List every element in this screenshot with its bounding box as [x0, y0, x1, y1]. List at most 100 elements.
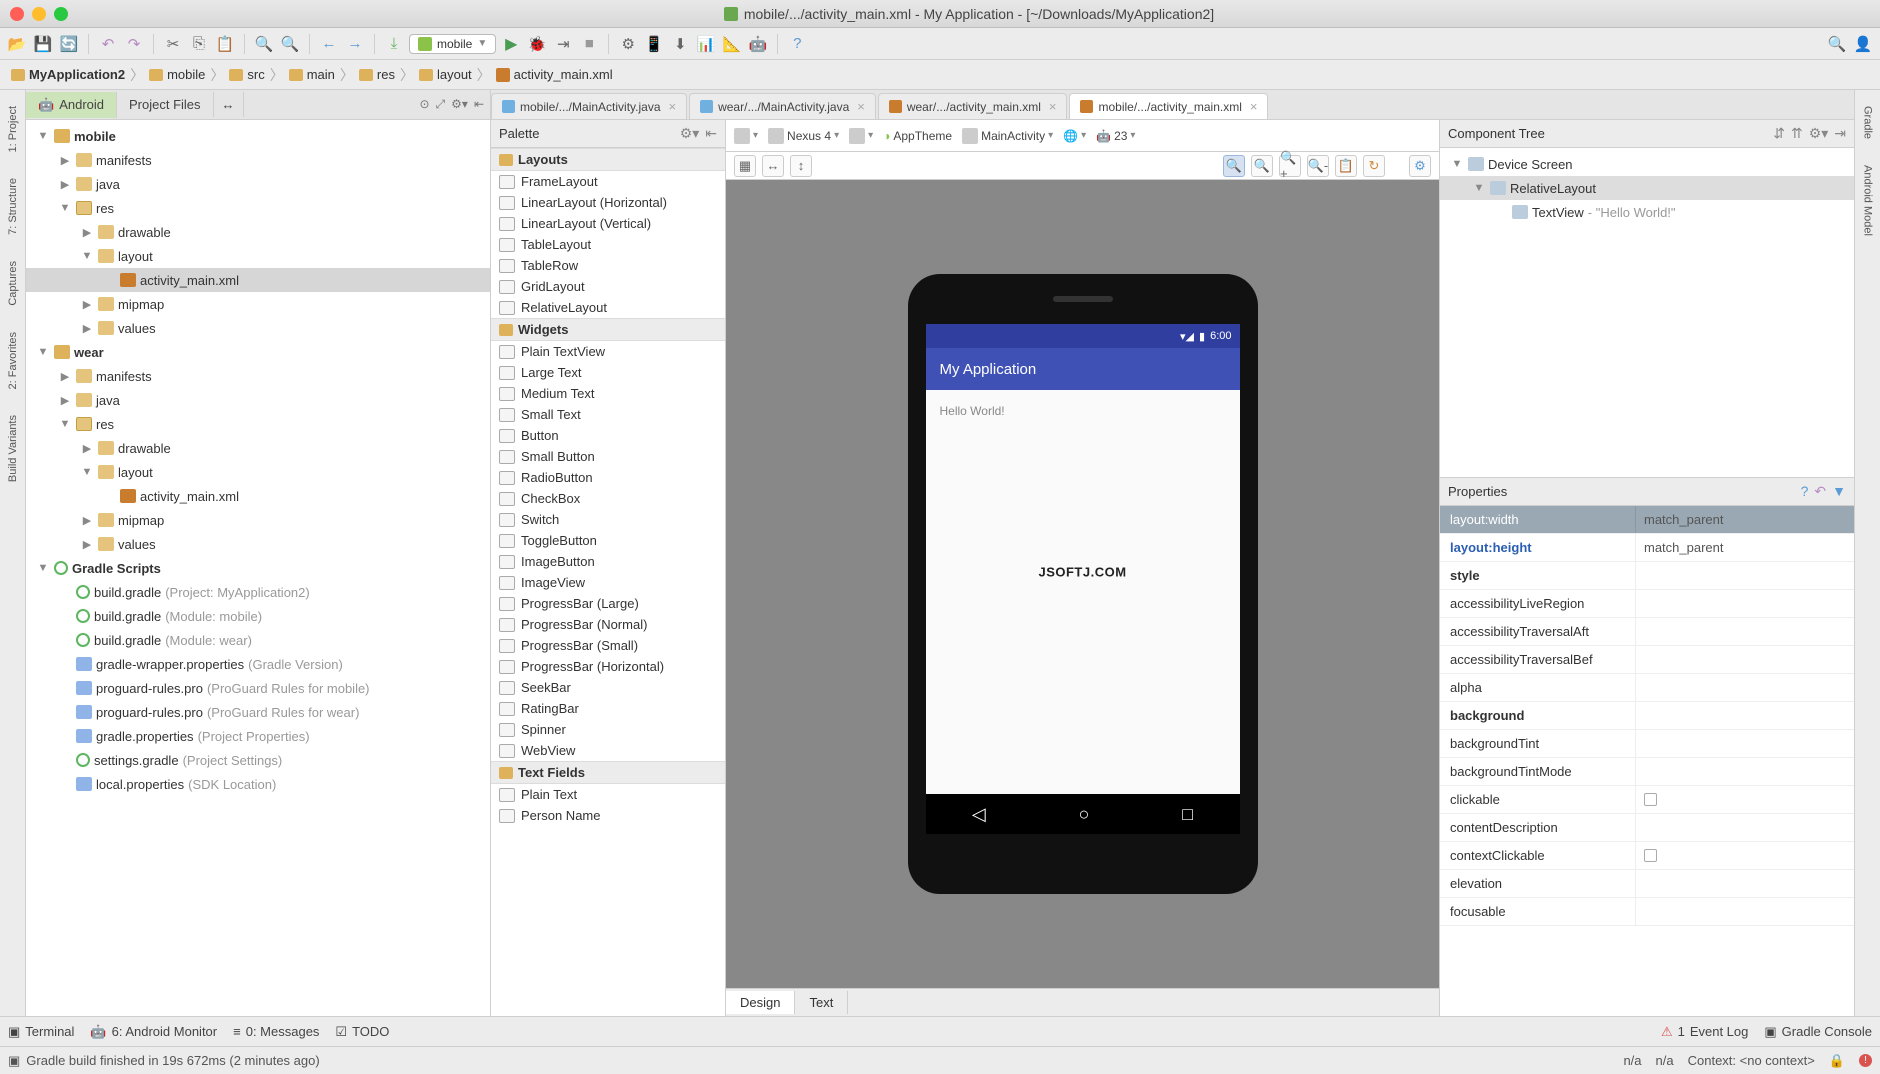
collapse-strip-icon[interactable]: ▣ — [8, 1053, 20, 1069]
expand-h-icon[interactable]: ↔ — [762, 155, 784, 177]
property-row[interactable]: alpha — [1440, 674, 1854, 702]
reset-view-icon[interactable]: ▦ — [734, 155, 756, 177]
tree-row[interactable]: local.properties (SDK Location) — [26, 772, 490, 796]
gear-icon[interactable]: ⚙▾ — [1809, 125, 1829, 142]
component-tree-row[interactable]: TextView - "Hello World!" — [1440, 200, 1854, 224]
save-icon[interactable]: 💾 — [32, 33, 54, 55]
palette-item[interactable]: FrameLayout — [491, 171, 725, 192]
palette-item[interactable]: Small Button — [491, 446, 725, 467]
palette-item[interactable]: ProgressBar (Horizontal) — [491, 656, 725, 677]
tree-row[interactable]: ▶mipmap — [26, 508, 490, 532]
close-tab-icon[interactable]: × — [1250, 99, 1258, 114]
editor-tab[interactable]: wear/.../MainActivity.java× — [689, 93, 876, 119]
tree-row[interactable]: ▼wear — [26, 340, 490, 364]
find-icon[interactable]: 🔍 — [253, 33, 275, 55]
undo-prop-icon[interactable]: ↶ — [1814, 483, 1826, 500]
expand-icon[interactable]: ⇵ — [1773, 125, 1785, 142]
zoom-actual-icon[interactable]: 🔍 — [1251, 155, 1273, 177]
tree-row[interactable]: build.gradle (Module: mobile) — [26, 604, 490, 628]
palette-item[interactable]: TableLayout — [491, 234, 725, 255]
property-row[interactable]: focusable — [1440, 898, 1854, 926]
palette-hide-icon[interactable]: ⇤ — [705, 125, 717, 142]
profile-icon[interactable]: ⚙ — [617, 33, 639, 55]
close-window-button[interactable] — [10, 7, 24, 21]
back-icon[interactable]: ← — [318, 33, 340, 55]
activity-selector[interactable]: MainActivity▾ — [962, 128, 1053, 144]
tool-window-tab[interactable]: 7: Structure — [5, 172, 21, 241]
tree-row[interactable]: proguard-rules.pro (ProGuard Rules for m… — [26, 676, 490, 700]
palette-item[interactable]: Medium Text — [491, 383, 725, 404]
palette-item[interactable]: TableRow — [491, 255, 725, 276]
property-row[interactable]: accessibilityTraversalBef — [1440, 646, 1854, 674]
screenshot-icon[interactable]: 📋 — [1335, 155, 1357, 177]
tree-row[interactable]: gradle.properties (Project Properties) — [26, 724, 490, 748]
breadcrumb-item[interactable]: main — [286, 65, 338, 84]
tree-row[interactable]: build.gradle (Project: MyApplication2) — [26, 580, 490, 604]
tree-row[interactable]: ▶mipmap — [26, 292, 490, 316]
run-icon[interactable]: ▶ — [500, 33, 522, 55]
palette-item[interactable]: Small Text — [491, 404, 725, 425]
paste-icon[interactable]: 📋 — [214, 33, 236, 55]
project-tab-more[interactable]: ↔ — [214, 92, 244, 117]
theme-icon[interactable]: 🤖 — [747, 33, 769, 55]
attach-icon[interactable]: ⇥ — [552, 33, 574, 55]
debug-icon[interactable]: 🐞 — [526, 33, 548, 55]
zoom-fit-icon[interactable]: 🔍 — [1223, 155, 1245, 177]
palette-item[interactable]: LinearLayout (Vertical) — [491, 213, 725, 234]
lock-icon[interactable]: 🔒 — [1829, 1053, 1845, 1069]
palette-item[interactable]: ProgressBar (Small) — [491, 635, 725, 656]
property-row[interactable]: layout:heightmatch_parent — [1440, 534, 1854, 562]
palette-item[interactable]: ProgressBar (Large) — [491, 593, 725, 614]
tool-window-tab[interactable]: 1: Project — [5, 100, 21, 158]
close-tab-icon[interactable]: × — [857, 99, 865, 114]
tree-row[interactable]: proguard-rules.pro (ProGuard Rules for w… — [26, 700, 490, 724]
open-icon[interactable]: 📂 — [6, 33, 28, 55]
cut-icon[interactable]: ✂ — [162, 33, 184, 55]
locale-selector[interactable]: 🌐▾ — [1063, 129, 1086, 143]
sync-icon[interactable]: 🔄 — [58, 33, 80, 55]
settings-icon[interactable]: ⚙ — [1409, 155, 1431, 177]
breadcrumb-item[interactable]: activity_main.xml — [493, 65, 616, 84]
event-log-tab[interactable]: ⚠1 Event Log — [1661, 1024, 1748, 1040]
gear-icon[interactable]: ⚙▾ — [451, 97, 468, 112]
scroll-from-icon[interactable]: ⤢ — [436, 97, 446, 112]
collapse-icon[interactable]: ⇈ — [1791, 125, 1803, 142]
make-icon[interactable]: ⤓ — [383, 33, 405, 55]
help-icon[interactable]: ? — [1801, 483, 1809, 500]
property-row[interactable]: clickable — [1440, 786, 1854, 814]
tree-row[interactable]: ▶values — [26, 316, 490, 340]
palette-item[interactable]: Plain Text — [491, 784, 725, 805]
palette-item[interactable]: Spinner — [491, 719, 725, 740]
property-row[interactable]: style — [1440, 562, 1854, 590]
tree-row[interactable]: build.gradle (Module: wear) — [26, 628, 490, 652]
tree-row[interactable]: ▼Gradle Scripts — [26, 556, 490, 580]
properties-table[interactable]: layout:widthmatch_parentlayout:heightmat… — [1440, 506, 1854, 1016]
gradle-console-tab[interactable]: ▣Gradle Console — [1764, 1024, 1872, 1040]
tree-row[interactable]: ▼res — [26, 412, 490, 436]
sdk-icon[interactable]: ⬇ — [669, 33, 691, 55]
component-tree-row[interactable]: ▼Device Screen — [1440, 152, 1854, 176]
hide-icon[interactable]: ⇤ — [474, 97, 484, 112]
palette-item[interactable]: RelativeLayout — [491, 297, 725, 318]
text-tab[interactable]: Text — [795, 991, 848, 1014]
editor-tab[interactable]: mobile/.../MainActivity.java× — [491, 93, 687, 119]
tool-window-tab[interactable]: 2: Favorites — [5, 326, 21, 395]
tree-row[interactable]: ▶drawable — [26, 220, 490, 244]
tree-row[interactable]: ▼mobile — [26, 124, 490, 148]
close-tab-icon[interactable]: × — [1049, 99, 1057, 114]
avd-icon[interactable]: 📱 — [643, 33, 665, 55]
tool-window-tab[interactable]: Build Variants — [5, 409, 21, 488]
tree-row[interactable]: settings.gradle (Project Settings) — [26, 748, 490, 772]
palette-item[interactable]: RadioButton — [491, 467, 725, 488]
zoom-out-icon[interactable]: 🔍- — [1307, 155, 1329, 177]
tree-row[interactable]: activity_main.xml — [26, 484, 490, 508]
project-tab-android[interactable]: 🤖Android — [26, 92, 117, 118]
run-config-selector[interactable]: mobile ▼ — [409, 34, 496, 54]
palette-section[interactable]: Layouts — [491, 148, 725, 171]
palette-item[interactable]: ToggleButton — [491, 530, 725, 551]
device-selector[interactable]: Nexus 4▾ — [768, 128, 839, 144]
undo-icon[interactable]: ↶ — [97, 33, 119, 55]
editor-tab[interactable]: wear/.../activity_main.xml× — [878, 93, 1068, 119]
maximize-window-button[interactable] — [54, 7, 68, 21]
display-selector[interactable]: ▾ — [849, 128, 873, 144]
